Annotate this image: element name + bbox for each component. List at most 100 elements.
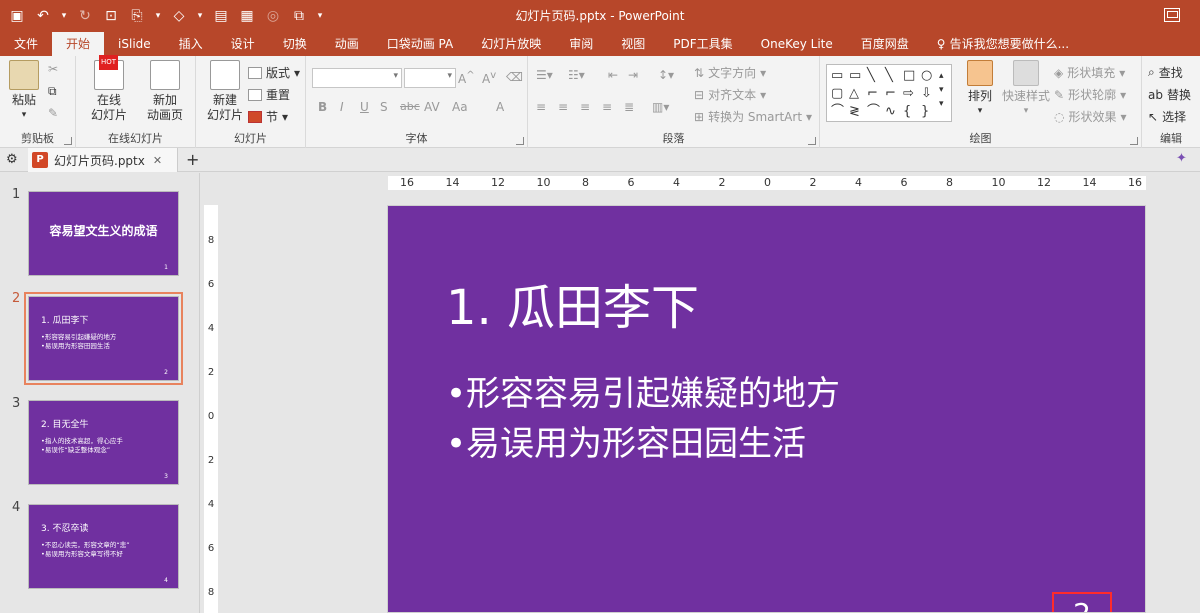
section-button[interactable]: 节 ▾ (248, 108, 288, 125)
font-size-select[interactable] (404, 68, 456, 88)
tab-slideshow[interactable]: 幻灯片放映 (467, 32, 555, 56)
convert-smartart-button[interactable]: ⊞ 转换为 SmartArt ▾ (694, 108, 812, 125)
find-button[interactable]: ⌕ 查找 (1148, 64, 1183, 81)
redo-icon[interactable]: ↻ (74, 5, 96, 27)
connector-icon[interactable]: ⌐ (867, 87, 878, 101)
tab-file[interactable]: 文件 (0, 32, 52, 56)
shape-fill-button[interactable]: ◈ 形状填充 ▾ (1054, 64, 1125, 81)
start-slideshow-icon[interactable]: ⊡ (100, 5, 122, 27)
increase-indent-icon[interactable]: ⇥ (628, 68, 638, 82)
tab-islide[interactable]: iSlide (104, 32, 165, 56)
paste-button[interactable]: 粘贴 ▾ (6, 60, 42, 123)
oval-shape-icon[interactable]: ○ (921, 69, 932, 83)
settings-icon[interactable]: ⚙ (6, 152, 18, 167)
new-slide-button[interactable]: 新建 幻灯片 (202, 60, 248, 123)
vertical-textbox-icon[interactable]: ▭ (849, 69, 861, 83)
font-launcher-icon[interactable] (516, 137, 524, 145)
shapes-gallery[interactable]: ▭ ▭ ╲ ╲ □ ○ ▢ △ ⌐ ⌐ ⇨ ⇩ ⌒ ≷ ⌒ ∿ { } ▴ ▾ ▾ (826, 64, 952, 122)
underline-button[interactable]: U (360, 100, 369, 114)
slide-bullet[interactable]: •形容容易引起嫌疑的地方 (446, 366, 840, 415)
save-icon[interactable]: ▣ (6, 5, 28, 27)
paragraph-launcher-icon[interactable] (808, 137, 816, 145)
tab-onekey-lite[interactable]: OneKey Lite (747, 32, 847, 56)
current-slide[interactable]: 1. 瓜田李下 •形容容易引起嫌疑的地方 •易误用为形容田园生活 2 (387, 205, 1146, 613)
tab-baidu-netdisk[interactable]: 百度网盘 (847, 32, 923, 56)
arc-icon[interactable]: ⌒ (867, 105, 880, 119)
new-animation-page-button[interactable]: 新加 动画页 (140, 60, 190, 123)
text-direction-button[interactable]: ⇅ 文字方向 ▾ (694, 64, 766, 81)
shape-effects-button[interactable]: ◌ 形状效果 ▾ (1054, 108, 1127, 125)
columns-icon[interactable]: ▥▾ (652, 100, 669, 114)
italic-button[interactable]: I (340, 100, 344, 114)
slide-thumbnail-2[interactable]: 1. 瓜田李下 •形容容易引起嫌疑的地方 •易误用为形容田园生活 2 (24, 292, 183, 385)
new-tab-icon[interactable]: + (186, 150, 199, 169)
dropdown-icon[interactable]: ▾ (152, 5, 164, 27)
format-painter-icon[interactable]: ✎ (48, 106, 58, 120)
customize-qat-icon[interactable]: ▾ (314, 5, 326, 27)
restore-window-icon[interactable] (1164, 8, 1180, 22)
tab-view[interactable]: 视图 (607, 32, 659, 56)
tab-pocket-animation[interactable]: 口袋动画 PA (373, 32, 468, 56)
shape-fill-icon[interactable]: ◇ (168, 5, 190, 27)
bold-button[interactable]: B (318, 100, 327, 114)
align-right-icon[interactable]: ≡ (580, 100, 590, 114)
font-color-button[interactable]: A (496, 100, 504, 114)
arrange-button[interactable]: 排列 ▾ (960, 60, 1000, 119)
line-shape-icon[interactable]: ╲ (867, 69, 875, 83)
slide-page-number[interactable]: 2 (1052, 592, 1112, 612)
elbow-connector-icon[interactable]: ⌐ (885, 87, 896, 101)
shape-outline-button[interactable]: ✎ 形状轮廓 ▾ (1054, 86, 1126, 103)
select-button[interactable]: ↖ 选择 (1148, 108, 1186, 125)
quick-styles-button[interactable]: 快速样式 ▾ (1000, 60, 1052, 119)
format-painter-icon[interactable]: ⎘ (126, 5, 148, 27)
picture-icon[interactable]: ▤ (210, 5, 232, 27)
clipboard-launcher-icon[interactable] (64, 137, 72, 145)
new-slide-icon[interactable]: ▦ (236, 5, 258, 27)
shadow-button[interactable]: S (380, 100, 388, 114)
drawing-launcher-icon[interactable] (1130, 137, 1138, 145)
layout-button[interactable]: 版式 ▾ (248, 64, 300, 81)
tab-pdf-tools[interactable]: PDF工具集 (659, 32, 746, 56)
slide-thumbnail-4[interactable]: 3. 不忍卒读 •不忍心读完，形容文章的“悲” •易误用为形容文章写得不好 4 (28, 504, 179, 589)
align-center-icon[interactable]: ≡ (558, 100, 568, 114)
curve-shape-icon[interactable]: ⌒ (831, 105, 844, 119)
undo-icon[interactable]: ↶ (32, 5, 54, 27)
tab-review[interactable]: 审阅 (555, 32, 607, 56)
right-arrow-shape-icon[interactable]: ⇨ (903, 87, 914, 101)
shapes-icon[interactable]: ◎ (262, 5, 284, 27)
slide-thumbnail-1[interactable]: 容易望文生义的成语 1 (28, 191, 179, 276)
replace-button[interactable]: ab 替换 (1148, 86, 1191, 103)
magic-icon[interactable]: ✦ (1176, 151, 1187, 166)
tab-animations[interactable]: 动画 (321, 32, 373, 56)
bullets-icon[interactable]: ☰▾ (536, 68, 553, 82)
tab-transitions[interactable]: 切换 (269, 32, 321, 56)
clear-format-icon[interactable]: ⌫ (506, 70, 523, 84)
online-slides-button[interactable]: HOT 在线 幻灯片 (86, 55, 132, 123)
arrow-line-icon[interactable]: ╲ (885, 69, 893, 83)
document-tab[interactable]: P 幻灯片页码.pptx ✕ (28, 148, 178, 172)
slide-title[interactable]: 1. 瓜田李下 (446, 268, 699, 338)
tab-home[interactable]: 开始 (52, 32, 105, 56)
copy-icon[interactable]: ⧉ (48, 84, 57, 99)
slide-thumbnail-3[interactable]: 2. 目无全牛 •指人的技术高超，得心应手 •易误作“缺乏整体观念” 3 (28, 400, 179, 485)
shrink-font-icon[interactable]: Av (482, 70, 496, 86)
strikethrough-button[interactable]: abc (400, 100, 420, 113)
brace-right-icon[interactable]: } (921, 105, 929, 119)
distributed-icon[interactable]: ≣ (624, 100, 634, 114)
reset-button[interactable]: 重置 (248, 86, 290, 103)
align-left-icon[interactable]: ≡ (536, 100, 546, 114)
undo-dropdown-icon[interactable]: ▾ (58, 5, 70, 27)
vertical-ruler[interactable]: 8 6 4 2 0 2 4 6 8 (204, 205, 218, 613)
decrease-indent-icon[interactable]: ⇤ (608, 68, 618, 82)
group-icon[interactable]: ⧉ (288, 5, 310, 27)
cut-icon[interactable]: ✂ (48, 62, 58, 76)
justify-icon[interactable]: ≡ (602, 100, 612, 114)
close-tab-icon[interactable]: ✕ (153, 154, 162, 167)
grow-font-icon[interactable]: A^ (458, 70, 475, 86)
triangle-shape-icon[interactable]: △ (849, 87, 859, 101)
tab-insert[interactable]: 插入 (165, 32, 217, 56)
slide-bullet[interactable]: •易误用为形容田园生活 (446, 416, 806, 465)
textbox-shape-icon[interactable]: ▭ (831, 69, 843, 83)
wave-icon[interactable]: ∿ (885, 105, 896, 119)
font-family-select[interactable] (312, 68, 402, 88)
